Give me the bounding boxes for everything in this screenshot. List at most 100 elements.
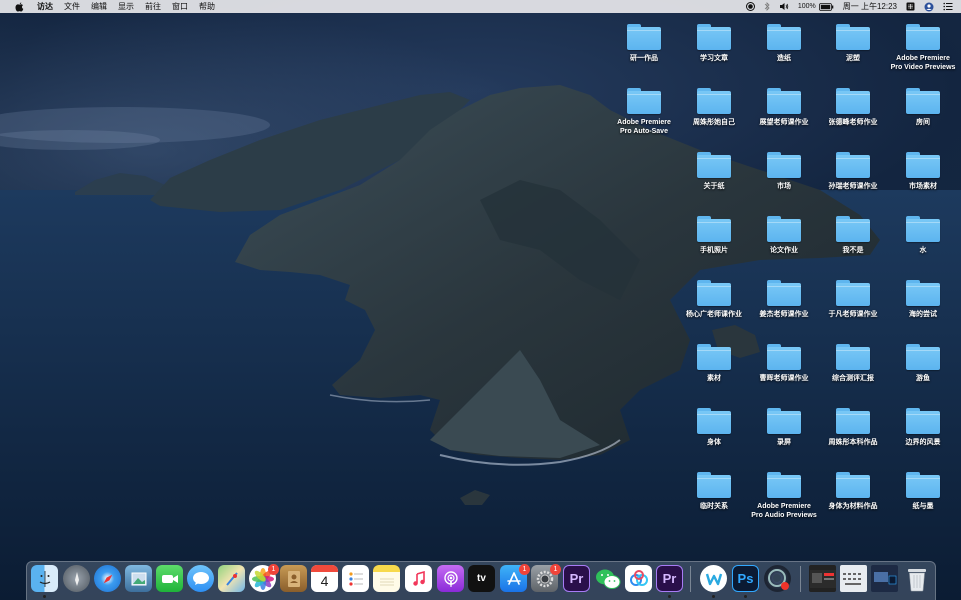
desktop-folder[interactable]: 市场: [748, 151, 820, 191]
desktop-folder[interactable]: 房间: [887, 87, 959, 127]
photos-badge: 1: [268, 564, 279, 575]
folder-icon: [766, 87, 802, 115]
record-icon[interactable]: [745, 2, 755, 11]
folder-label: 学习文章: [700, 55, 728, 62]
desktop-folder[interactable]: 我不是: [817, 215, 889, 255]
desktop-folder[interactable]: 周姝彤她自己: [678, 87, 750, 127]
menu-help[interactable]: 帮助: [199, 0, 215, 13]
folder-label: 身体: [707, 439, 721, 446]
desktop-folder[interactable]: 身体: [678, 407, 750, 447]
notes-icon[interactable]: [373, 565, 400, 592]
folder-label: 手机照片: [700, 247, 728, 254]
desktop-folder[interactable]: 周姝彤本科作品: [817, 407, 889, 447]
premiere-pro-icon[interactable]: Pr: [563, 565, 590, 592]
desktop-folder[interactable]: 录屏: [748, 407, 820, 447]
folder-icon: [766, 23, 802, 51]
desktop-folder[interactable]: 临时关系: [678, 471, 750, 511]
messages-icon[interactable]: [187, 565, 214, 592]
folder-icon: [696, 471, 732, 499]
recent-window-thumbnail-2[interactable]: [840, 565, 867, 592]
desktop-folder[interactable]: 泥塑: [817, 23, 889, 63]
folder-label: 曹晖老师课作业: [759, 375, 809, 382]
clock[interactable]: 周一 上午12:23: [843, 0, 897, 13]
desktop-folder[interactable]: 学习文章: [678, 23, 750, 63]
desktop-folder[interactable]: Adobe Premiere Pro Audio Previews: [748, 471, 820, 520]
desktop-folder[interactable]: 关于纸: [678, 151, 750, 191]
desktop-folder[interactable]: 孙瑞老师课作业: [817, 151, 889, 191]
desktop-folder[interactable]: 素材: [678, 343, 750, 383]
podcasts-icon[interactable]: [437, 565, 464, 592]
desktop-folder[interactable]: 水: [887, 215, 959, 255]
folder-icon: [696, 23, 732, 51]
folder-label: 综合测评汇报: [832, 375, 874, 382]
recent-window-thumbnail-3[interactable]: [871, 565, 898, 592]
desktop-folder[interactable]: 杨心广老师课作业: [678, 279, 750, 319]
volume-icon[interactable]: [779, 2, 789, 11]
folder-label: 周姝彤本科作品: [828, 439, 878, 446]
desktop-folder[interactable]: 于凡老师课作业: [817, 279, 889, 319]
desktop-folder[interactable]: 海的尝试: [887, 279, 959, 319]
contacts-icon[interactable]: [280, 565, 307, 592]
system-preferences-badge: 1: [550, 564, 561, 575]
trash-icon[interactable]: [903, 565, 930, 592]
premiere-pro-2-icon[interactable]: Pr: [656, 565, 683, 592]
music-icon[interactable]: [405, 565, 432, 592]
finder-running-indicator: [43, 595, 46, 598]
folder-icon: [626, 87, 662, 115]
desktop-folder[interactable]: 研一作品: [608, 23, 680, 63]
notification-center-icon[interactable]: [943, 2, 953, 11]
preview-icon[interactable]: [125, 565, 152, 592]
calendar-icon[interactable]: 4: [311, 565, 338, 592]
bluetooth-icon[interactable]: [764, 2, 770, 11]
maps-icon[interactable]: [218, 565, 245, 592]
folder-icon: [696, 151, 732, 179]
folder-label: 于凡老师课作业: [828, 311, 878, 318]
photoshop-icon[interactable]: Ps: [732, 565, 759, 592]
desktop-folder[interactable]: 纸与墨: [887, 471, 959, 511]
finder-icon[interactable]: [31, 565, 58, 592]
apple-tv-icon[interactable]: tv: [468, 565, 495, 592]
folder-icon: [905, 407, 941, 435]
menu-go[interactable]: 前往: [145, 0, 161, 13]
folder-label: 展望老师课作业: [759, 119, 809, 126]
desktop-folder[interactable]: 姜杰老师课作业: [748, 279, 820, 319]
launchpad-icon[interactable]: [63, 565, 90, 592]
desktop-folder[interactable]: 身体为材料作品: [817, 471, 889, 511]
folder-icon: [766, 279, 802, 307]
premiere-pro-label: Pr: [569, 571, 584, 586]
facetime-icon[interactable]: [156, 565, 183, 592]
battery-percent: 100%: [797, 3, 816, 10]
input-method-icon[interactable]: [906, 2, 915, 11]
desktop-folder[interactable]: 造纸: [748, 23, 820, 63]
desktop-folder[interactable]: 展望老师课作业: [748, 87, 820, 127]
desktop-folder[interactable]: 市场素材: [887, 151, 959, 191]
wps-icon[interactable]: [700, 565, 727, 592]
menu-view[interactable]: 显示: [118, 0, 134, 13]
recent-window-thumbnail-1[interactable]: [809, 565, 836, 592]
desktop-folder[interactable]: 综合测评汇报: [817, 343, 889, 383]
user-avatar-icon[interactable]: [924, 2, 934, 12]
menu-finder[interactable]: 访达: [37, 0, 53, 13]
menu-window[interactable]: 窗口: [172, 0, 188, 13]
menu-file[interactable]: 文件: [64, 0, 80, 13]
folder-label: 杨心广老师课作业: [686, 311, 742, 318]
desktop-folder[interactable]: 手机照片: [678, 215, 750, 255]
desktop-folder[interactable]: 游鱼: [887, 343, 959, 383]
desktop-folder[interactable]: 曹晖老师课作业: [748, 343, 820, 383]
reminders-icon[interactable]: [342, 565, 369, 592]
desktop-folder[interactable]: 论文作业: [748, 215, 820, 255]
desktop-folder[interactable]: Adobe Premiere Pro Video Previews: [887, 23, 959, 72]
folder-icon: [835, 471, 871, 499]
desktop-folder[interactable]: Adobe Premiere Pro Auto-Save: [608, 87, 680, 136]
screen-recorder-icon[interactable]: [764, 565, 791, 592]
wechat-icon[interactable]: [594, 565, 621, 592]
safari-icon[interactable]: [94, 565, 121, 592]
battery-icon[interactable]: [818, 2, 834, 11]
desktop-folder[interactable]: 张德峰老师作业: [817, 87, 889, 127]
desktop-folder[interactable]: 边界的风景: [887, 407, 959, 447]
baidu-netdisk-icon[interactable]: [625, 565, 652, 592]
apple-icon[interactable]: [15, 1, 25, 12]
folder-label: 我不是: [842, 247, 864, 254]
menu-edit[interactable]: 编辑: [91, 0, 107, 13]
folder-icon: [905, 215, 941, 243]
